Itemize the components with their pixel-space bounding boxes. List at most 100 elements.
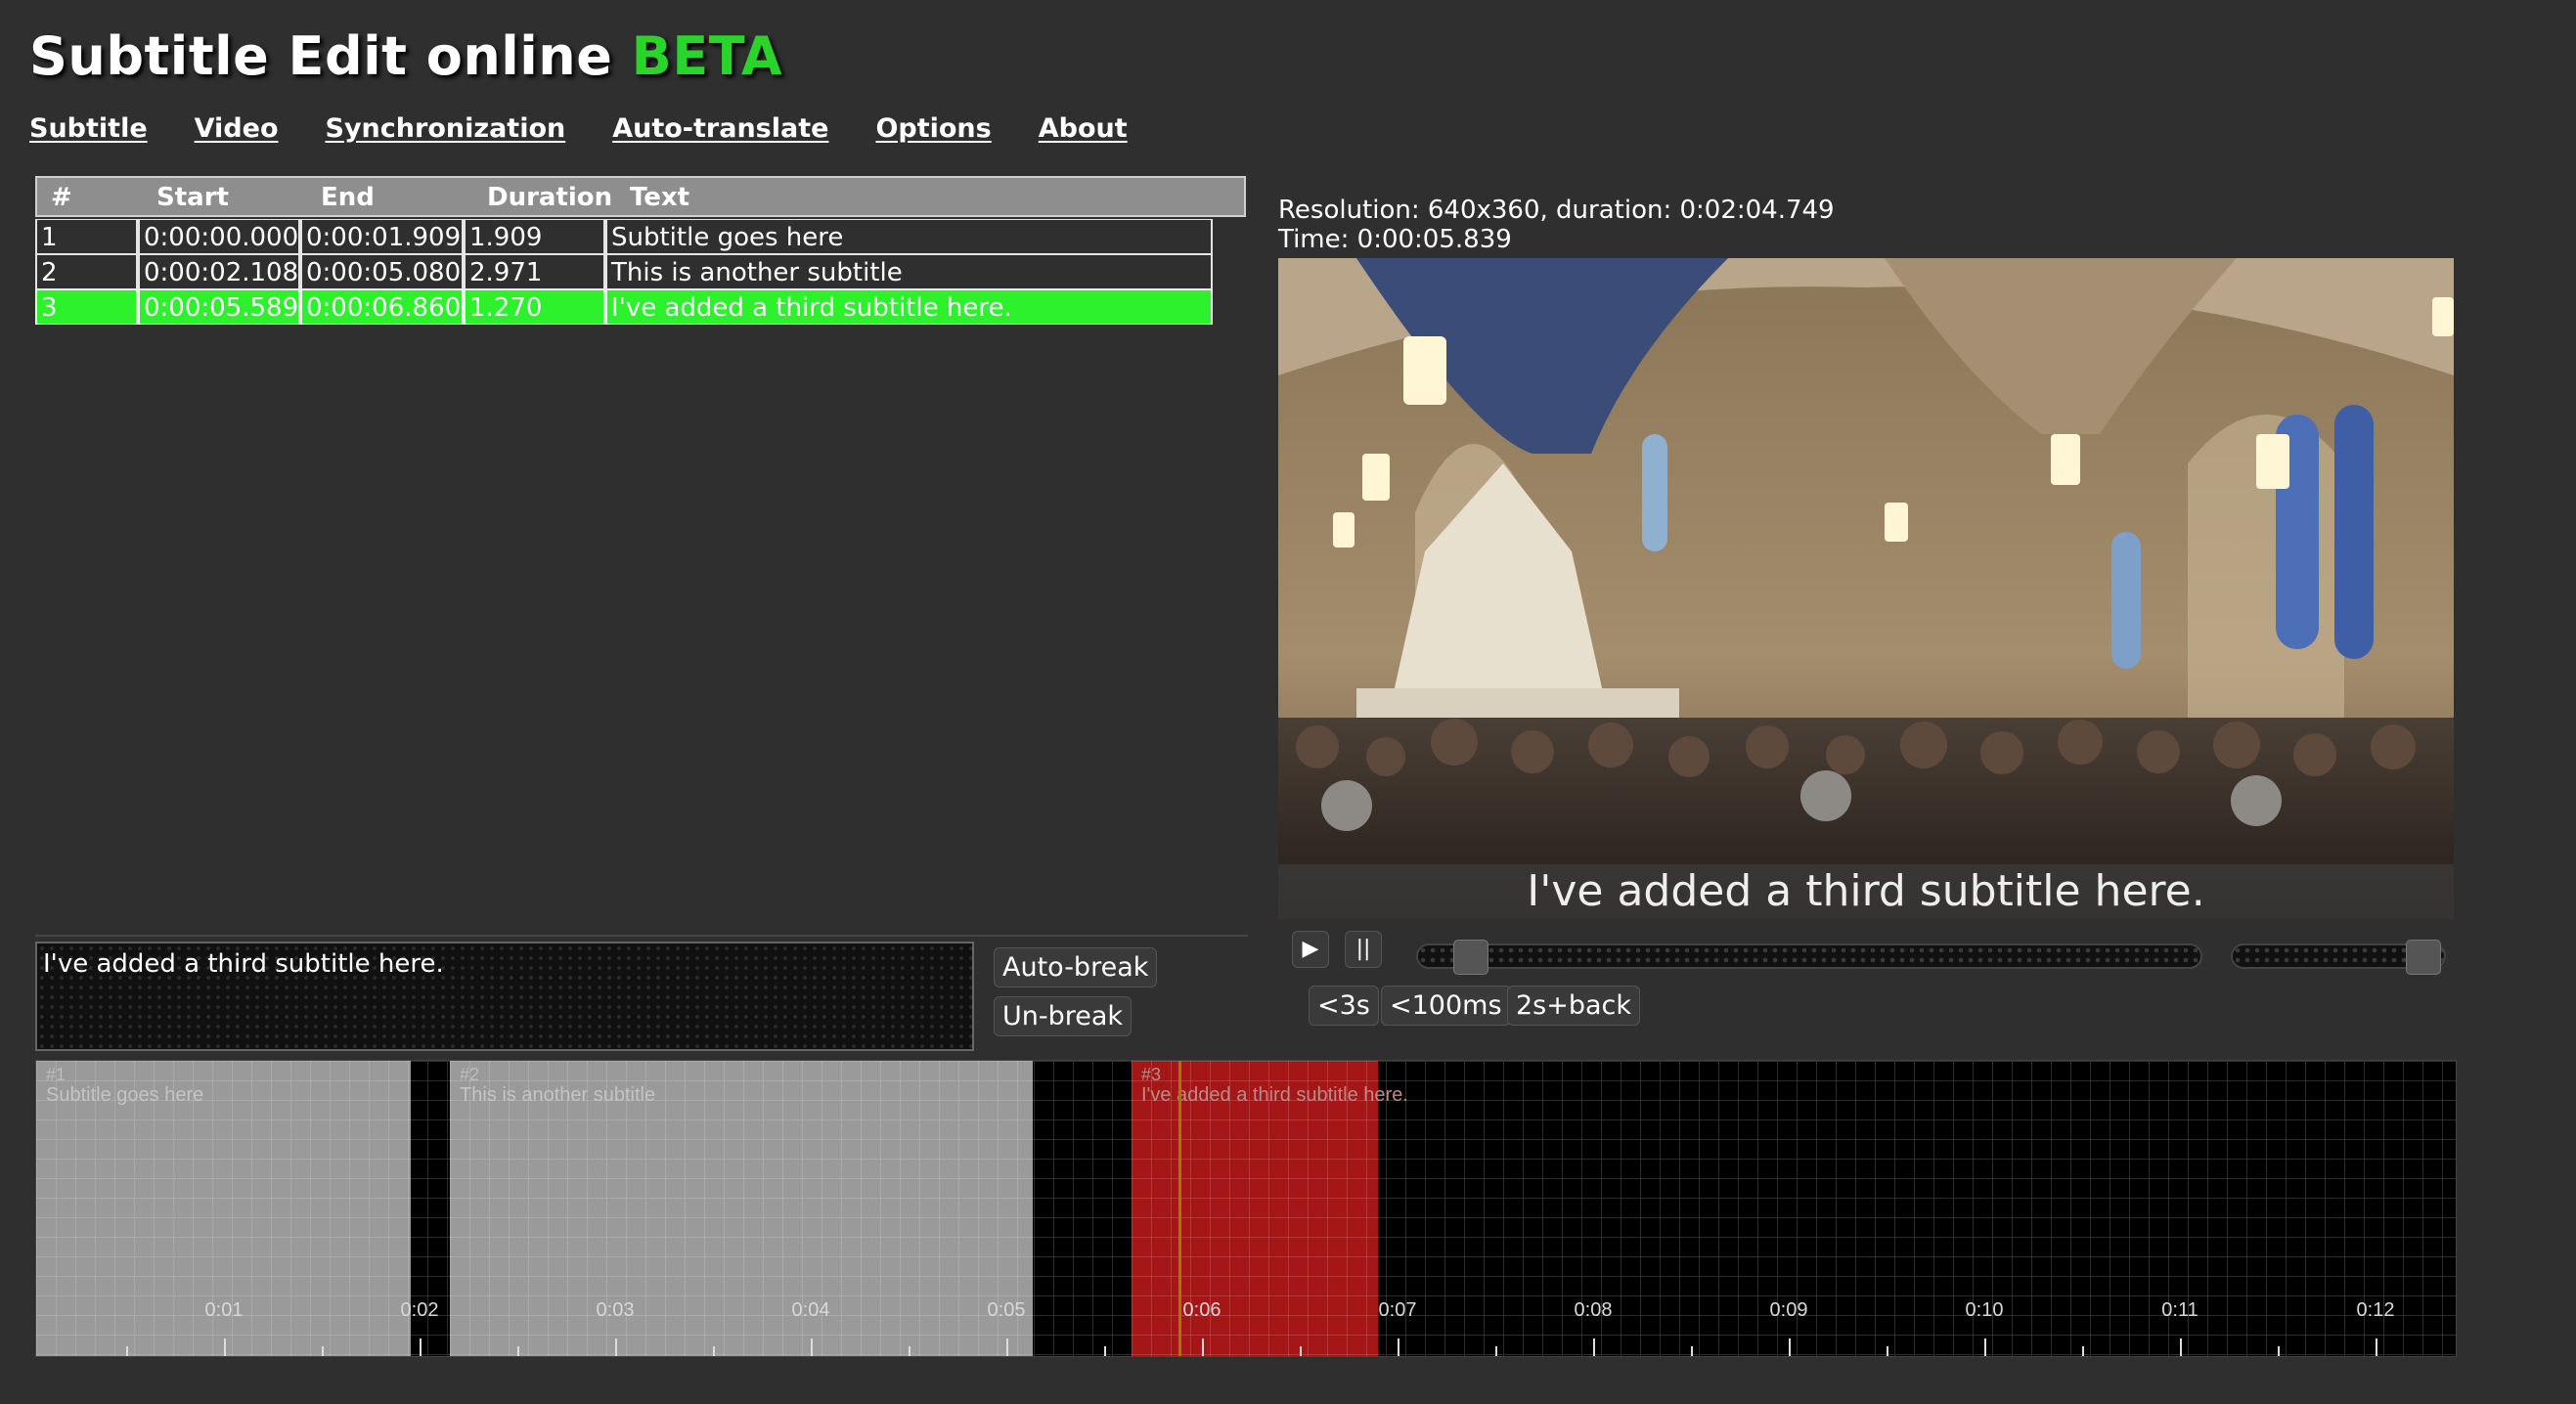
cell-number: 1: [35, 219, 138, 254]
column-header-number[interactable]: #: [51, 183, 72, 212]
cell-text: Subtitle goes here: [605, 219, 1213, 254]
waveform-timeline[interactable]: #1 Subtitle goes here #2 This is another…: [35, 1060, 2457, 1357]
main-menu: Subtitle Video Synchronization Auto-tran…: [29, 113, 1128, 144]
app-title-text: Subtitle Edit online: [29, 25, 613, 87]
ruler-tick: [517, 1346, 519, 1356]
ruler-tick: [2376, 1338, 2377, 1356]
cell-end: 0:00:01.909: [300, 219, 464, 254]
subtitle-grid-header: # Start End Duration Text: [35, 176, 1246, 217]
divider: [35, 935, 1248, 937]
cell-end: 0:00:06.860: [300, 289, 464, 325]
back-100ms-button[interactable]: <100ms: [1381, 986, 1511, 1026]
time-label: 0:09: [1769, 1299, 1808, 1321]
time-label: 0:07: [1378, 1299, 1417, 1321]
menu-synchronization[interactable]: Synchronization: [326, 113, 566, 144]
volume-slider-handle[interactable]: [2406, 940, 2441, 975]
ruler-tick: [126, 1346, 128, 1356]
pause-button[interactable]: ||: [1345, 931, 1382, 968]
segment-number: #3: [1141, 1065, 1162, 1084]
menu-about[interactable]: About: [1039, 113, 1128, 144]
menu-options[interactable]: Options: [875, 113, 991, 144]
ruler-tick: [1006, 1338, 1008, 1356]
ruler-tick: [1495, 1346, 1497, 1356]
time-label: 0:11: [2161, 1299, 2198, 1321]
cell-text: I've added a third subtitle here.: [605, 289, 1213, 325]
cell-start: 0:00:02.108: [138, 254, 300, 289]
subtitle-grid: 1 0:00:00.000 0:00:01.909 1.909 Subtitle…: [35, 219, 1213, 325]
time-label: 0:10: [1965, 1299, 2004, 1321]
segment-number: #2: [460, 1065, 480, 1084]
subtitle-text-input[interactable]: [35, 942, 974, 1051]
volume-slider[interactable]: [2231, 940, 2446, 975]
waveform-segment-selected[interactable]: #3 I've added a third subtitle here.: [1132, 1061, 1408, 1356]
column-header-end[interactable]: End: [321, 183, 375, 212]
video-time-text: Time: 0:00:05.839: [1278, 225, 1512, 254]
table-row[interactable]: 1 0:00:00.000 0:00:01.909 1.909 Subtitle…: [35, 219, 1213, 254]
cell-duration: 1.909: [464, 219, 605, 254]
ruler-tick: [2278, 1346, 2280, 1356]
church-interior-image: [1278, 258, 2454, 919]
ruler-tick: [1984, 1338, 1986, 1356]
segment-number: #1: [46, 1065, 67, 1084]
column-header-text[interactable]: Text: [630, 183, 689, 212]
beta-tag: BETA: [631, 25, 783, 87]
play-icon: ▶: [1302, 937, 1319, 961]
cell-duration: 1.270: [464, 289, 605, 325]
ruler-tick: [713, 1346, 715, 1356]
cell-text: This is another subtitle: [605, 254, 1213, 289]
time-label: 0:04: [791, 1299, 830, 1321]
column-header-duration[interactable]: Duration: [487, 183, 612, 212]
video-info: Resolution: 640x360, duration: 0:02:04.7…: [1278, 196, 1835, 254]
table-row[interactable]: 3 0:00:05.589 0:00:06.860 1.270 I've add…: [35, 289, 1213, 325]
ruler-tick: [224, 1338, 226, 1356]
cell-start: 0:00:05.589: [138, 289, 300, 325]
waveform-segment[interactable]: #2 This is another subtitle: [450, 1061, 1033, 1356]
ruler-tick: [1398, 1338, 1399, 1356]
time-label: 0:01: [204, 1299, 244, 1321]
cell-duration: 2.971: [464, 254, 605, 289]
ruler-tick: [1887, 1346, 1888, 1356]
ruler-tick: [2180, 1338, 2182, 1356]
auto-break-button[interactable]: Auto-break: [994, 947, 1158, 987]
video-subtitle-overlay: I've added a third subtitle here.: [1278, 864, 2454, 919]
segment-text: Subtitle goes here: [46, 1084, 204, 1106]
ruler-tick: [615, 1338, 617, 1356]
seek-slider-handle[interactable]: [1453, 940, 1488, 975]
ruler-tick: [2082, 1346, 2084, 1356]
time-label: 0:06: [1182, 1299, 1221, 1321]
menu-subtitle[interactable]: Subtitle: [29, 113, 148, 144]
ruler-tick: [322, 1346, 324, 1356]
column-header-start[interactable]: Start: [156, 183, 229, 212]
ruler-tick: [1202, 1338, 1204, 1356]
pause-icon: ||: [1355, 937, 1371, 961]
cell-number: 2: [35, 254, 138, 289]
seek-slider[interactable]: [1416, 940, 2202, 975]
ruler-tick: [1789, 1338, 1791, 1356]
cell-number: 3: [35, 289, 138, 325]
time-label: 0:12: [2356, 1299, 2395, 1321]
un-break-button[interactable]: Un-break: [994, 996, 1133, 1036]
ruler-tick: [811, 1338, 813, 1356]
back-2s-play-button[interactable]: 2s+back: [1507, 986, 1641, 1026]
playback-cursor: [1178, 1061, 1181, 1356]
video-player[interactable]: I've added a third subtitle here.: [1278, 258, 2454, 919]
ruler-tick: [420, 1338, 422, 1356]
ruler-tick: [1691, 1346, 1693, 1356]
ruler-tick: [1104, 1346, 1106, 1356]
table-row[interactable]: 2 0:00:02.108 0:00:05.080 2.971 This is …: [35, 254, 1213, 289]
cell-end: 0:00:05.080: [300, 254, 464, 289]
time-label: 0:02: [400, 1299, 439, 1321]
segment-text: This is another subtitle: [460, 1084, 656, 1106]
cell-start: 0:00:00.000: [138, 219, 300, 254]
time-label: 0:05: [987, 1299, 1026, 1321]
ruler-tick: [1593, 1338, 1595, 1356]
menu-auto-translate[interactable]: Auto-translate: [612, 113, 828, 144]
time-label: 0:03: [596, 1299, 635, 1321]
play-button[interactable]: ▶: [1292, 931, 1329, 968]
app-title: Subtitle Edit online BETA: [29, 25, 782, 87]
back-3s-button[interactable]: <3s: [1309, 986, 1379, 1026]
video-resolution-text: Resolution: 640x360, duration: 0:02:04.7…: [1278, 196, 1835, 225]
time-label: 0:08: [1574, 1299, 1613, 1321]
ruler-tick: [1300, 1346, 1302, 1356]
menu-video[interactable]: Video: [195, 113, 279, 144]
